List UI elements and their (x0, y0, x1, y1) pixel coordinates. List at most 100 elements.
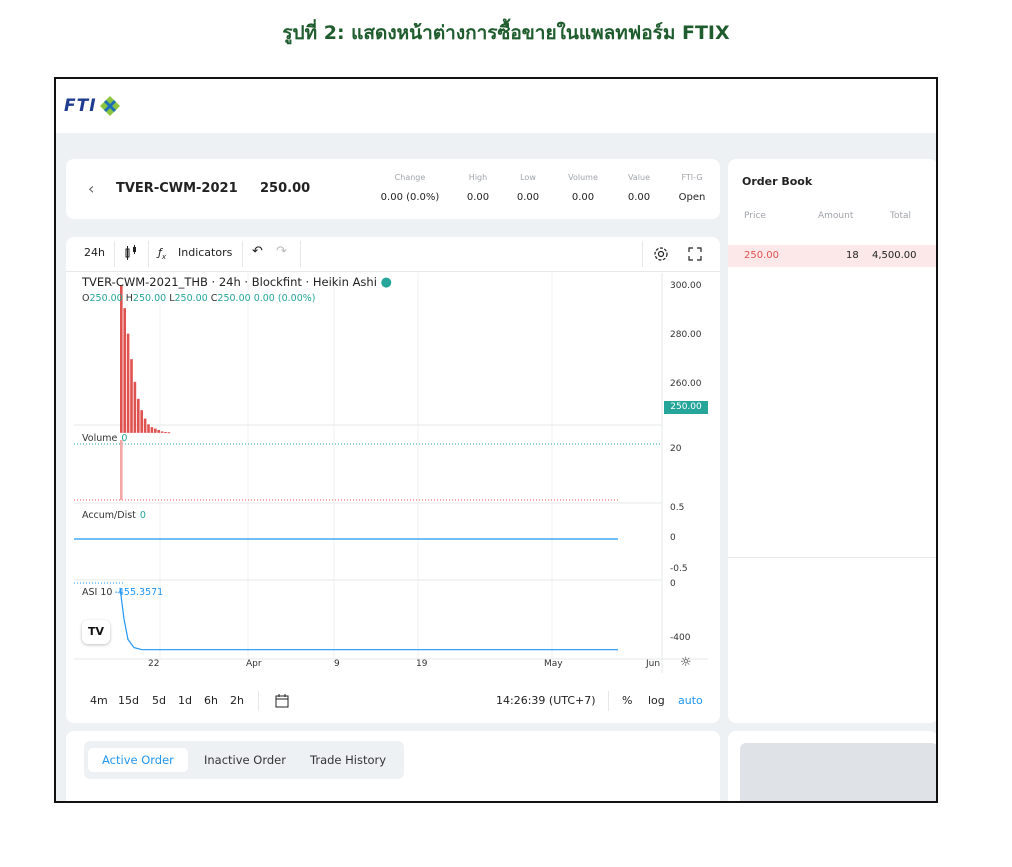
asi-line (119, 587, 618, 651)
ohlc-l: 250.00 (174, 293, 208, 304)
tab-inactive-order[interactable]: Inactive Order (190, 748, 300, 772)
clock-time[interactable]: 14:26:39 (UTC+7) (496, 694, 596, 707)
candle (140, 410, 143, 433)
auto-toggle[interactable]: auto (678, 694, 703, 707)
volume-tick: 20 (670, 444, 682, 454)
time-tick: Jun (646, 659, 661, 669)
stat-value-traded: Value 0.00 (622, 173, 656, 203)
toolbar-divider (148, 241, 149, 267)
order-book-title: Order Book (742, 175, 813, 188)
accum-tick: 0 (670, 533, 676, 543)
ohlc-h: 250.00 (132, 293, 167, 304)
range-15d[interactable]: 15d (118, 694, 139, 707)
axis-settings-icon[interactable]: ☼ (680, 655, 692, 670)
fullscreen-icon[interactable] (688, 247, 702, 261)
undo-icon[interactable]: ↶ (252, 244, 263, 259)
order-tabs: Active Order Inactive Order Trade Histor… (84, 741, 404, 779)
range-1d[interactable]: 1d (178, 694, 192, 707)
figure-caption: รูปที่ 2: แสดงหน้าต่างการซื้อขายในแพลทฟอ… (282, 22, 730, 44)
volume-label: Volume (82, 433, 118, 444)
stat-label: High (468, 173, 488, 182)
price-tick: 280.00 (670, 330, 702, 340)
ohlc-legend: O250.00 H250.00 L250.00 C250.00 0.00 (0.… (82, 293, 315, 304)
candlestick-icon[interactable] (124, 245, 138, 261)
stat-label: FTI-G (681, 173, 703, 182)
tab-active-order[interactable]: Active Order (88, 748, 188, 772)
stat-label: Low (520, 173, 536, 182)
top-bar: FTI (56, 79, 936, 133)
price-tick: 300.00 (670, 281, 702, 291)
interval-button[interactable]: 24h (84, 246, 105, 259)
ohlc-o: 250.00 (89, 293, 123, 304)
ftix-logo[interactable]: FTI (64, 93, 121, 119)
chart-grid (159, 273, 553, 659)
volume-value: 0 (121, 433, 128, 444)
range-6h[interactable]: 6h (204, 694, 218, 707)
range-2h[interactable]: 2h (230, 694, 244, 707)
stat-low: Low 0.00 (512, 173, 544, 203)
order-book-divider (728, 557, 936, 558)
toolbar-divider (242, 241, 243, 267)
ohlc-change: 0.00 (0.00%) (253, 293, 316, 304)
accum-dist-legend: Accum/Dist 0 (82, 510, 146, 521)
candle (123, 308, 126, 433)
candle (126, 333, 130, 433)
stat-label: Volume (568, 173, 598, 182)
accum-label: Accum/Dist (82, 510, 136, 521)
logo-text: FTI (64, 96, 97, 116)
stat-label: Change (394, 173, 426, 182)
range-5d[interactable]: 5d (152, 694, 166, 707)
toolbar-divider (258, 691, 259, 711)
stat-value: 0.00 (571, 192, 595, 203)
asi-legend: ASI 10 -455.3571 (82, 587, 163, 598)
volume-series (120, 440, 123, 500)
time-tick: Apr (246, 659, 262, 669)
accum-tick: 0.5 (670, 503, 685, 513)
log-toggle[interactable]: log (648, 694, 665, 707)
fx-icon[interactable]: ƒx (158, 246, 166, 261)
redo-icon[interactable]: ↷ (276, 244, 287, 259)
calendar-range-icon[interactable] (274, 693, 290, 709)
percent-toggle[interactable]: % (622, 694, 632, 707)
chevron-left-icon[interactable]: ‹ (88, 179, 94, 198)
asi-value: -455.3571 (114, 587, 164, 598)
candle-series (120, 285, 171, 434)
tab-trade-history[interactable]: Trade History (296, 748, 400, 772)
tradingview-logo[interactable]: TV (82, 620, 110, 644)
toolbar-divider (608, 691, 609, 711)
candle (120, 285, 123, 433)
ask-total: 4,500.00 (872, 250, 917, 261)
range-4m[interactable]: 4m (90, 694, 108, 707)
candle (154, 428, 157, 433)
order-book-panel: Order Book Price Amount Total 250.00 18 … (728, 159, 936, 723)
stat-value: Open (678, 192, 706, 203)
candle (130, 359, 133, 433)
toolbar-divider (300, 241, 301, 267)
candle (164, 431, 167, 433)
stat-value: 0.00 (627, 192, 651, 203)
order-book-header-total: Total (890, 211, 912, 221)
gear-icon[interactable] (652, 245, 670, 263)
order-book-header-amount: Amount (818, 211, 854, 221)
pair-header: ‹ TVER-CWM-2021 250.00 Change 0.00 (0.0%… (66, 159, 720, 219)
candle (147, 424, 150, 433)
asi-tick: 0 (670, 579, 676, 589)
order-book-row[interactable]: 250.00 18 4,500.00 (728, 245, 936, 267)
candle (143, 418, 147, 433)
ohlc-c: 250.00 (217, 293, 251, 304)
chart-title: TVER-CWM-2021_THB · 24h · Blockfint · He… (82, 275, 392, 290)
candle (133, 381, 137, 433)
price-chart[interactable] (74, 273, 708, 673)
toolbar-divider (642, 241, 643, 267)
logo-x-icon (99, 96, 120, 116)
stat-volume: Volume 0.00 (562, 173, 604, 203)
asi-label: ASI 10 (82, 587, 113, 598)
ask-amount: 18 (846, 250, 859, 261)
order-form-panel (728, 731, 936, 801)
stat-fti-g: FTI-G Open (674, 173, 710, 203)
candle (167, 432, 171, 434)
order-book-header-price: Price (744, 211, 766, 221)
time-tick: 9 (334, 659, 340, 669)
indicators-button[interactable]: Indicators (178, 246, 232, 259)
app-window: FTI ‹ TVER-CWM-2021 250.00 Change 0.00 (… (54, 77, 938, 803)
